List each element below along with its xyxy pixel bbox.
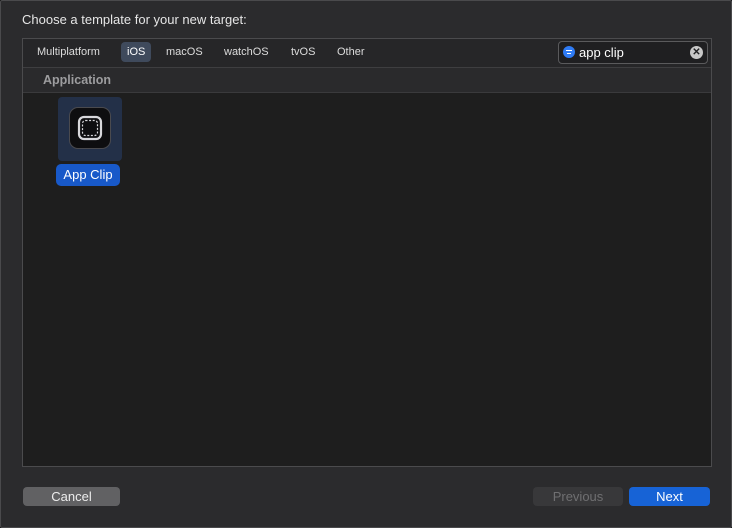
dialog-prompt: Choose a template for your new target: (22, 12, 247, 27)
tab-other[interactable]: Other (331, 42, 371, 62)
tab-tvos[interactable]: tvOS (285, 42, 321, 62)
app-clip-icon (69, 107, 111, 149)
section-header: Application (23, 68, 711, 93)
new-target-dialog: Choose a template for your new target: M… (0, 0, 732, 528)
platform-tabbar: Multiplatform iOS macOS watchOS tvOS Oth… (23, 39, 711, 68)
tab-watchos[interactable]: watchOS (218, 42, 275, 62)
template-selection-highlight (58, 97, 122, 161)
tab-multiplatform[interactable]: Multiplatform (31, 42, 106, 62)
tab-ios[interactable]: iOS (121, 42, 152, 62)
cancel-button[interactable]: Cancel (23, 487, 120, 506)
template-browser: Multiplatform iOS macOS watchOS tvOS Oth… (22, 38, 712, 467)
previous-button[interactable]: Previous (533, 487, 623, 506)
tab-macos[interactable]: macOS (160, 42, 209, 62)
search-input[interactable] (579, 43, 684, 61)
section-title-application: Application (43, 73, 112, 87)
template-label: App Clip (56, 164, 120, 186)
template-search-field[interactable]: ✕ (558, 41, 708, 64)
filter-icon[interactable] (563, 46, 575, 58)
template-app-clip[interactable]: App Clip (56, 97, 122, 189)
clear-circle-icon[interactable]: ✕ (690, 46, 703, 59)
next-button[interactable]: Next (629, 487, 710, 506)
